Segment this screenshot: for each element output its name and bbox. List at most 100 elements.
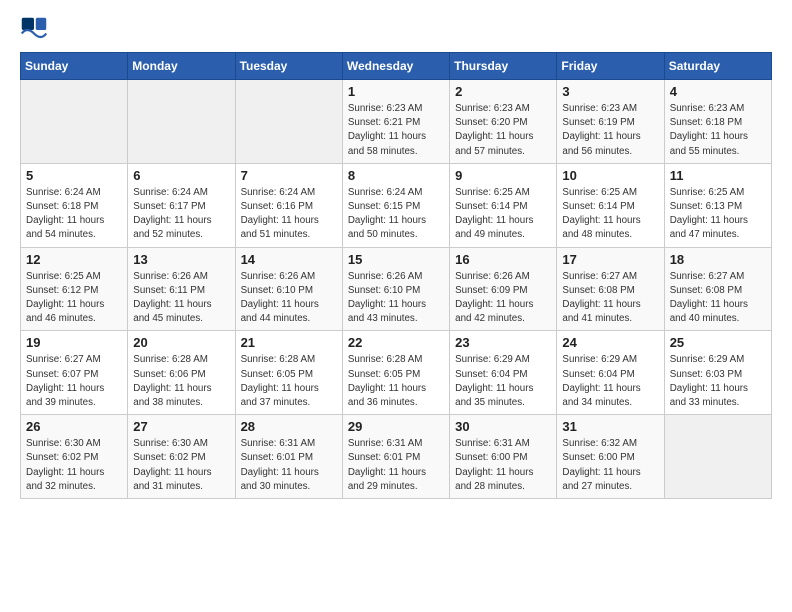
day-number: 19 <box>26 335 122 350</box>
calendar-day-cell: 15 Sunrise: 6:26 AM Sunset: 6:10 PM Dayli… <box>342 247 449 331</box>
day-number: 6 <box>133 168 229 183</box>
weekday-header-cell: Sunday <box>21 53 128 80</box>
day-info: Sunrise: 6:30 AM Sunset: 6:02 PM Dayligh… <box>26 437 122 494</box>
calendar-day-cell: 25 Sunrise: 6:29 AM Sunset: 6:03 PM Dayli… <box>664 331 771 415</box>
day-number: 17 <box>562 252 658 267</box>
calendar-day-cell: 1 Sunrise: 6:23 AM Sunset: 6:21 PM Daylig… <box>342 80 449 164</box>
calendar-day-cell <box>664 415 771 499</box>
weekday-header-cell: Tuesday <box>235 53 342 80</box>
day-number: 16 <box>455 252 551 267</box>
calendar-day-cell: 11Sunrise: 6:25 AM Sunset: 6:13 PM Dayli… <box>664 163 771 247</box>
calendar-day-cell <box>235 80 342 164</box>
day-info: Sunrise: 6:26 AM Sunset: 6:10 PM Dayligh… <box>348 270 444 327</box>
calendar-day-cell: 8Sunrise: 6:24 AM Sunset: 6:15 PM Daylig… <box>342 163 449 247</box>
day-number: 29 <box>348 419 444 434</box>
day-info: Sunrise: 6:25 AM Sunset: 6:14 PM Dayligh… <box>455 186 551 243</box>
calendar-body: 1 Sunrise: 6:23 AM Sunset: 6:21 PM Daylig… <box>21 80 772 499</box>
header <box>20 16 772 44</box>
calendar-day-cell: 29 Sunrise: 6:31 AM Sunset: 6:01 PM Dayli… <box>342 415 449 499</box>
weekday-header-cell: Friday <box>557 53 664 80</box>
day-number: 13 <box>133 252 229 267</box>
calendar-week-row: 19 Sunrise: 6:27 AM Sunset: 6:07 PM Dayli… <box>21 331 772 415</box>
day-number: 8 <box>348 168 444 183</box>
day-info: Sunrise: 6:28 AM Sunset: 6:06 PM Dayligh… <box>133 353 229 410</box>
calendar-day-cell: 21Sunrise: 6:28 AM Sunset: 6:05 PM Dayli… <box>235 331 342 415</box>
day-number: 1 <box>348 84 444 99</box>
day-number: 9 <box>455 168 551 183</box>
day-number: 24 <box>562 335 658 350</box>
calendar-week-row: 1 Sunrise: 6:23 AM Sunset: 6:21 PM Daylig… <box>21 80 772 164</box>
calendar-day-cell: 10 Sunrise: 6:25 AM Sunset: 6:14 PM Dayli… <box>557 163 664 247</box>
day-info: Sunrise: 6:29 AM Sunset: 6:03 PM Dayligh… <box>670 353 766 410</box>
day-number: 15 <box>348 252 444 267</box>
calendar-week-row: 12 Sunrise: 6:25 AM Sunset: 6:12 PM Dayli… <box>21 247 772 331</box>
day-number: 10 <box>562 168 658 183</box>
day-info: Sunrise: 6:24 AM Sunset: 6:17 PM Dayligh… <box>133 186 229 243</box>
calendar-day-cell: 14 Sunrise: 6:26 AM Sunset: 6:10 PM Dayli… <box>235 247 342 331</box>
calendar-day-cell: 2 Sunrise: 6:23 AM Sunset: 6:20 PM Daylig… <box>450 80 557 164</box>
day-number: 30 <box>455 419 551 434</box>
day-info: Sunrise: 6:29 AM Sunset: 6:04 PM Dayligh… <box>455 353 551 410</box>
day-number: 2 <box>455 84 551 99</box>
day-info: Sunrise: 6:25 AM Sunset: 6:14 PM Dayligh… <box>562 186 658 243</box>
calendar-day-cell: 16 Sunrise: 6:26 AM Sunset: 6:09 PM Dayli… <box>450 247 557 331</box>
general-blue-logo-icon <box>20 16 48 44</box>
calendar-day-cell: 24 Sunrise: 6:29 AM Sunset: 6:04 PM Dayli… <box>557 331 664 415</box>
day-info: Sunrise: 6:27 AM Sunset: 6:07 PM Dayligh… <box>26 353 122 410</box>
day-info: Sunrise: 6:31 AM Sunset: 6:01 PM Dayligh… <box>348 437 444 494</box>
day-info: Sunrise: 6:26 AM Sunset: 6:10 PM Dayligh… <box>241 270 337 327</box>
calendar-day-cell: 6 Sunrise: 6:24 AM Sunset: 6:17 PM Daylig… <box>128 163 235 247</box>
day-info: Sunrise: 6:30 AM Sunset: 6:02 PM Dayligh… <box>133 437 229 494</box>
day-info: Sunrise: 6:27 AM Sunset: 6:08 PM Dayligh… <box>670 270 766 327</box>
calendar-day-cell <box>21 80 128 164</box>
day-number: 23 <box>455 335 551 350</box>
calendar-day-cell: 27 Sunrise: 6:30 AM Sunset: 6:02 PM Dayli… <box>128 415 235 499</box>
calendar-week-row: 5Sunrise: 6:24 AM Sunset: 6:18 PM Daylig… <box>21 163 772 247</box>
calendar-week-row: 26Sunrise: 6:30 AM Sunset: 6:02 PM Dayli… <box>21 415 772 499</box>
day-info: Sunrise: 6:23 AM Sunset: 6:21 PM Dayligh… <box>348 102 444 159</box>
calendar-day-cell: 5Sunrise: 6:24 AM Sunset: 6:18 PM Daylig… <box>21 163 128 247</box>
day-number: 27 <box>133 419 229 434</box>
day-number: 4 <box>670 84 766 99</box>
day-number: 3 <box>562 84 658 99</box>
day-info: Sunrise: 6:25 AM Sunset: 6:13 PM Dayligh… <box>670 186 766 243</box>
calendar-day-cell: 19 Sunrise: 6:27 AM Sunset: 6:07 PM Dayli… <box>21 331 128 415</box>
calendar-day-cell: 22 Sunrise: 6:28 AM Sunset: 6:05 PM Dayli… <box>342 331 449 415</box>
day-number: 14 <box>241 252 337 267</box>
day-info: Sunrise: 6:27 AM Sunset: 6:08 PM Dayligh… <box>562 270 658 327</box>
logo <box>20 16 52 44</box>
day-info: Sunrise: 6:32 AM Sunset: 6:00 PM Dayligh… <box>562 437 658 494</box>
day-number: 25 <box>670 335 766 350</box>
calendar-day-cell: 18 Sunrise: 6:27 AM Sunset: 6:08 PM Dayli… <box>664 247 771 331</box>
day-info: Sunrise: 6:26 AM Sunset: 6:09 PM Dayligh… <box>455 270 551 327</box>
day-info: Sunrise: 6:28 AM Sunset: 6:05 PM Dayligh… <box>348 353 444 410</box>
day-info: Sunrise: 6:23 AM Sunset: 6:18 PM Dayligh… <box>670 102 766 159</box>
weekday-header-cell: Wednesday <box>342 53 449 80</box>
day-info: Sunrise: 6:23 AM Sunset: 6:20 PM Dayligh… <box>455 102 551 159</box>
calendar-day-cell <box>128 80 235 164</box>
calendar-day-cell: 13 Sunrise: 6:26 AM Sunset: 6:11 PM Dayli… <box>128 247 235 331</box>
day-number: 12 <box>26 252 122 267</box>
day-number: 22 <box>348 335 444 350</box>
calendar-day-cell: 12 Sunrise: 6:25 AM Sunset: 6:12 PM Dayli… <box>21 247 128 331</box>
weekday-header-cell: Thursday <box>450 53 557 80</box>
day-number: 21 <box>241 335 337 350</box>
calendar-day-cell: 23 Sunrise: 6:29 AM Sunset: 6:04 PM Dayli… <box>450 331 557 415</box>
calendar-day-cell: 4 Sunrise: 6:23 AM Sunset: 6:18 PM Daylig… <box>664 80 771 164</box>
day-info: Sunrise: 6:29 AM Sunset: 6:04 PM Dayligh… <box>562 353 658 410</box>
calendar-day-cell: 20 Sunrise: 6:28 AM Sunset: 6:06 PM Dayli… <box>128 331 235 415</box>
weekday-header-cell: Monday <box>128 53 235 80</box>
day-info: Sunrise: 6:26 AM Sunset: 6:11 PM Dayligh… <box>133 270 229 327</box>
day-number: 7 <box>241 168 337 183</box>
weekday-header-cell: Saturday <box>664 53 771 80</box>
day-info: Sunrise: 6:25 AM Sunset: 6:12 PM Dayligh… <box>26 270 122 327</box>
calendar-day-cell: 17 Sunrise: 6:27 AM Sunset: 6:08 PM Dayli… <box>557 247 664 331</box>
calendar-day-cell: 3Sunrise: 6:23 AM Sunset: 6:19 PM Daylig… <box>557 80 664 164</box>
calendar-day-cell: 9 Sunrise: 6:25 AM Sunset: 6:14 PM Daylig… <box>450 163 557 247</box>
day-number: 18 <box>670 252 766 267</box>
calendar-day-cell: 26Sunrise: 6:30 AM Sunset: 6:02 PM Dayli… <box>21 415 128 499</box>
day-number: 5 <box>26 168 122 183</box>
calendar-day-cell: 7Sunrise: 6:24 AM Sunset: 6:16 PM Daylig… <box>235 163 342 247</box>
day-number: 20 <box>133 335 229 350</box>
day-number: 28 <box>241 419 337 434</box>
